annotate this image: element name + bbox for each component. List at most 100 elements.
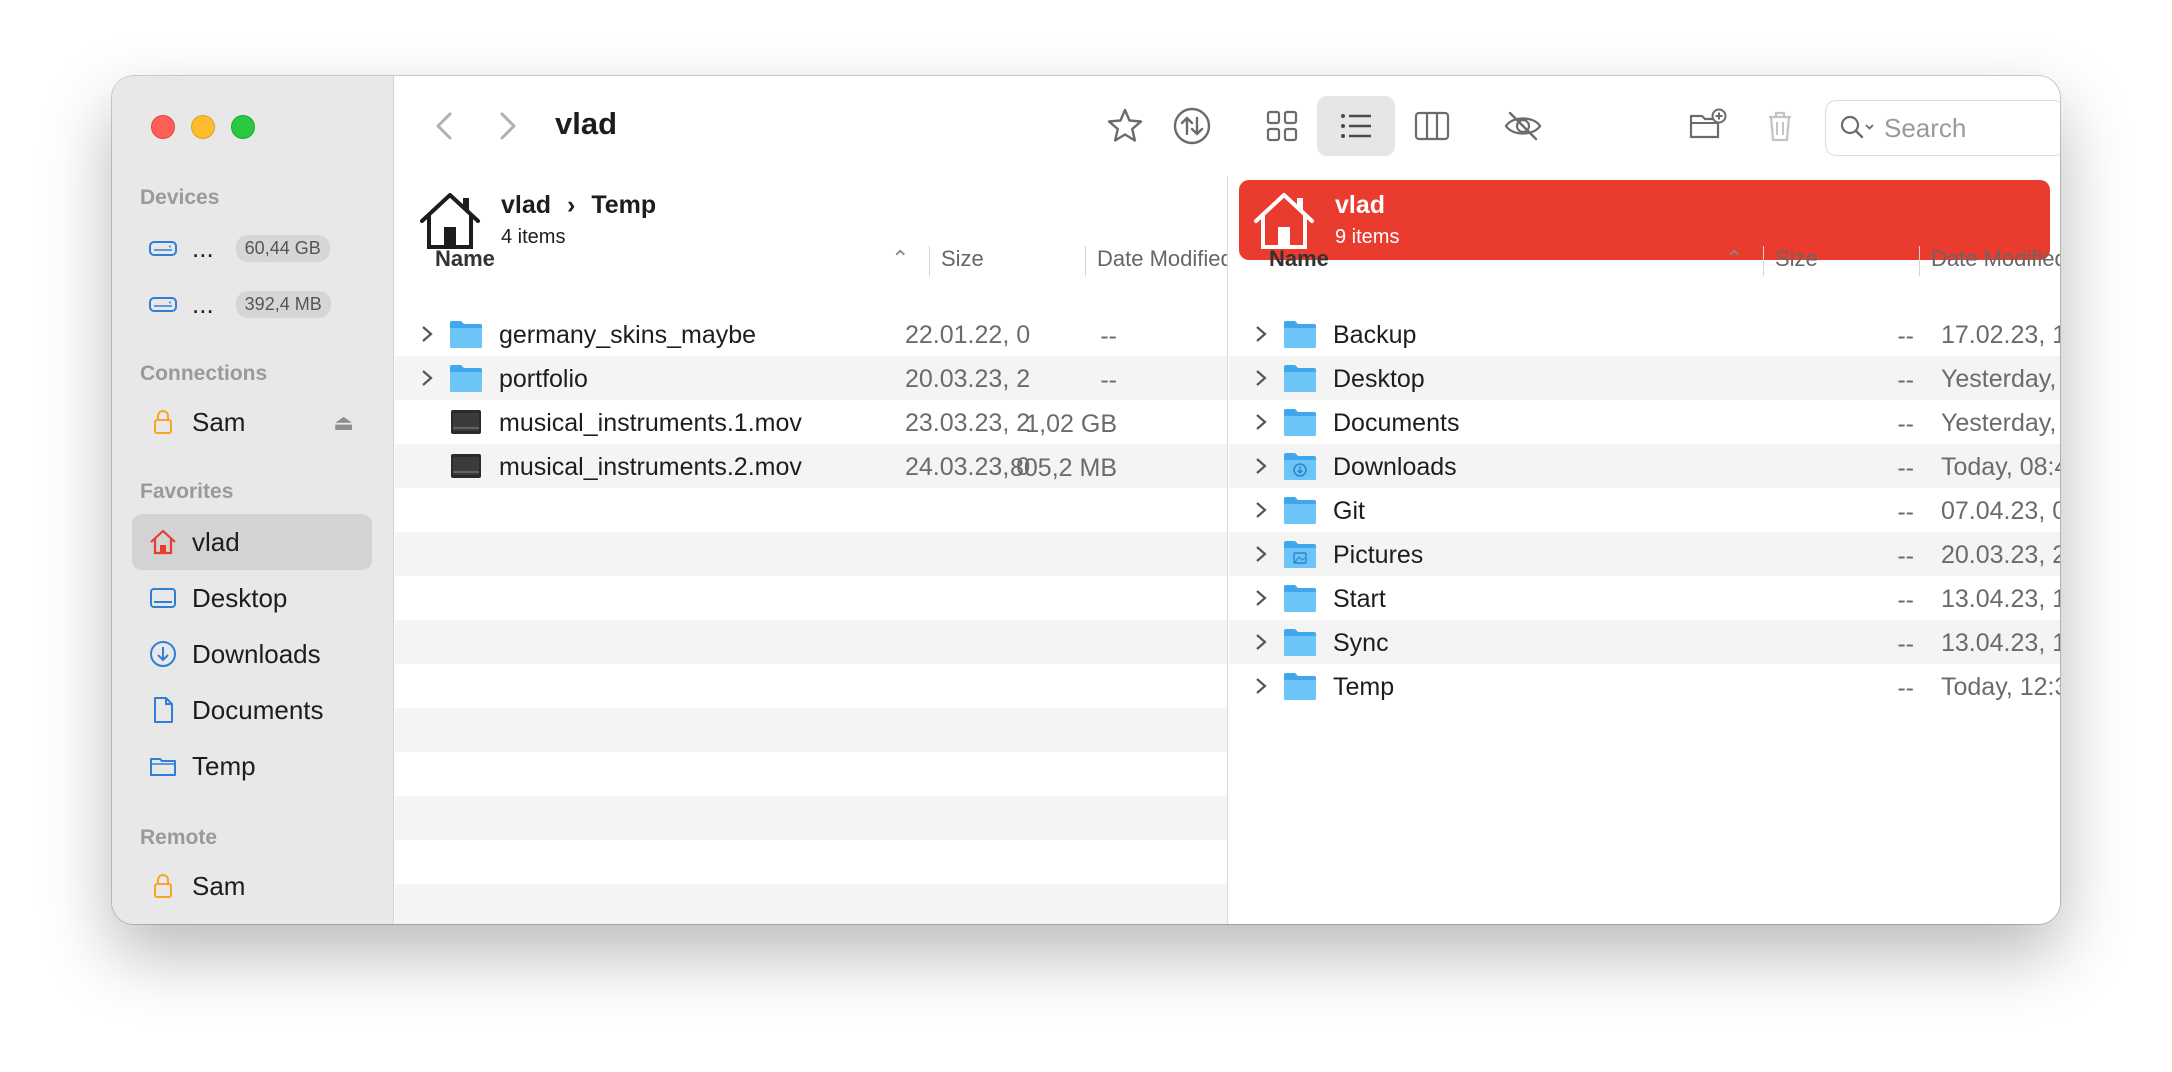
eject-icon[interactable]: ⏏ [333,410,354,436]
file-size: -- [1897,630,1914,658]
table-row[interactable]: Backup -- 17.02.23, 1 [1229,312,2060,356]
file-date: 13.04.23, 1 [1941,629,2060,657]
column-divider[interactable] [929,246,930,276]
disclosure-chevron-icon [1256,590,1267,606]
file-size: -- [1897,410,1914,438]
file-size: -- [1897,586,1914,614]
sidebar-item-documents[interactable]: Documents [132,682,372,738]
column-size-header[interactable]: Size [941,246,984,272]
device-label: ... [192,288,214,319]
download-icon [148,639,178,669]
column-name-header[interactable]: Name [435,246,495,272]
swap-arrows-icon [1173,107,1211,145]
file-date: 20.03.23, 2 [905,365,1031,393]
sidebar-item-connection-sam[interactable]: Sam ⏏ [132,394,372,450]
column-divider[interactable] [1763,246,1764,276]
sidebar-item-downloads[interactable]: Downloads [132,626,372,682]
column-name-header[interactable]: Name [1269,246,1329,272]
sidebar-item-temp[interactable]: Temp [132,738,372,794]
search-placeholder: Search [1884,112,1967,143]
sidebar-section-remote: Remote [140,826,218,849]
eye-slash-icon [1504,111,1542,141]
table-row[interactable]: Documents -- Yesterday, [1229,400,2060,444]
window-title: vlad [555,106,618,141]
file-date: 23.03.23, 2 [905,409,1031,437]
table-row[interactable]: germany_skins_maybe -- 22.01.22, 0 [395,312,1227,356]
empty-row [395,884,1227,924]
star-icon [1107,108,1143,142]
chevron-left-icon [436,112,452,140]
chevron-right-icon [500,112,516,140]
favorite-star-button[interactable] [1100,96,1150,156]
sync-panes-button[interactable] [1167,96,1217,156]
pictures-folder-icon [1284,541,1316,568]
file-date: 22.01.22, 0 [905,321,1031,349]
forward-button[interactable] [487,96,527,156]
drive-icon [148,233,178,263]
maximize-window-button[interactable] [231,115,255,139]
empty-row [395,488,1227,532]
file-name: musical_instruments.2.mov [499,453,802,481]
file-name: Start [1333,585,1386,613]
empty-row [395,796,1227,840]
disclosure-chevron-icon [1256,414,1267,430]
minimize-window-button[interactable] [191,115,215,139]
file-size: -- [1897,454,1914,482]
disclosure-chevron-icon [1256,502,1267,518]
file-list: Backup -- 17.02.23, 1 Desktop -- Yesterd… [1229,312,2060,924]
column-divider[interactable] [1919,246,1920,276]
close-window-button[interactable] [151,115,175,139]
new-folder-button[interactable] [1680,96,1736,156]
back-button[interactable] [425,96,465,156]
column-view-button[interactable] [1405,96,1459,156]
column-size-header[interactable]: Size [1775,246,1818,272]
sidebar-item-remote-sam[interactable]: Sam [132,858,372,914]
table-row[interactable]: portfolio -- 20.03.23, 2 [395,356,1227,400]
delete-button[interactable] [1755,96,1805,156]
list-view-button[interactable] [1317,96,1395,156]
table-row[interactable]: Temp -- Today, 12:3 [1229,664,2060,708]
breadcrumb-root[interactable]: vlad [501,191,551,220]
breadcrumb-current[interactable]: Temp [591,191,656,220]
sidebar-item-device-1[interactable]: ... 60,44 GB [132,220,372,276]
folder-icon [1284,321,1316,348]
sidebar: Devices ... 60,44 GB ... 392,4 MB Connec… [112,76,394,924]
folder-icon [1284,585,1316,612]
column-date-header[interactable]: Date Modified [1931,246,2060,272]
sidebar-item-desktop[interactable]: Desktop [132,570,372,626]
breadcrumb-current[interactable]: vlad [1335,191,1385,220]
empty-row [395,840,1227,884]
column-header: Name ⌃ Size Date Modified [395,246,1227,282]
empty-row [395,664,1227,708]
hidden-files-toggle[interactable] [1493,96,1553,156]
right-pane[interactable]: vlad 9 items Name ⌃ Size Date Modified B… [1229,176,2060,924]
table-row[interactable]: musical_instruments.1.mov 1,02 GB 23.03.… [395,400,1227,444]
left-pane[interactable]: vlad › Temp 4 items Name ⌃ Size Date Mod… [395,176,1228,924]
table-row[interactable]: Downloads -- Today, 08:4 [1229,444,2060,488]
empty-row [395,532,1227,576]
file-size: -- [1897,674,1914,702]
table-row[interactable]: Sync -- 13.04.23, 1 [1229,620,2060,664]
icon-view-button[interactable] [1255,96,1309,156]
search-input[interactable]: Search [1825,100,2060,156]
sidebar-item-device-2[interactable]: ... 392,4 MB [132,276,372,332]
file-date: Today, 12:3 [1941,673,2060,701]
column-divider[interactable] [1085,246,1086,276]
empty-row [1229,884,2060,924]
file-date: 13.04.23, 1 [1941,585,2060,613]
empty-row [1229,752,2060,796]
sidebar-item-vlad[interactable]: vlad [132,514,372,570]
table-row[interactable]: Git -- 07.04.23, 0 [1229,488,2060,532]
folder-icon [1284,365,1316,392]
empty-row [1229,840,2060,884]
column-date-header[interactable]: Date Modified [1097,246,1227,272]
table-row[interactable]: Desktop -- Yesterday, [1229,356,2060,400]
table-row[interactable]: Start -- 13.04.23, 1 [1229,576,2060,620]
table-row[interactable]: musical_instruments.2.mov 805,2 MB 24.03… [395,444,1227,488]
list-icon [1341,114,1371,138]
folder-icon [148,751,178,781]
file-name: Pictures [1333,541,1424,569]
favorite-label: Desktop [192,582,288,613]
file-name: Temp [1333,673,1395,701]
table-row[interactable]: Pictures -- 20.03.23, 2 [1229,532,2060,576]
